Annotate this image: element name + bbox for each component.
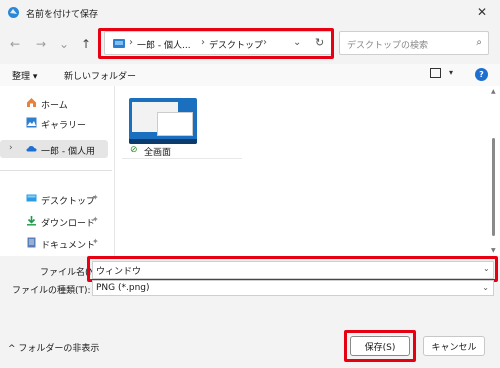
pin-icon: ✦: [92, 193, 99, 202]
file-thumbnail: [129, 98, 197, 144]
sidebar-item-label: ホーム: [41, 101, 68, 111]
chevron-down-icon: ⌄: [58, 37, 70, 51]
cloud-icon: [26, 146, 37, 152]
search-placeholder: デスクトップの検索: [347, 41, 429, 51]
chevron-down-icon: ⌄: [482, 283, 489, 292]
sidebar-item-label: ギャラリー: [41, 121, 87, 131]
sidebar-item-onedrive[interactable]: › 一郎 - 個人用: [0, 140, 108, 158]
organize-button[interactable]: 整理 ▾: [12, 69, 37, 82]
view-dropdown-icon[interactable]: ▾: [449, 68, 453, 77]
arrow-left-icon: ←: [9, 37, 21, 51]
filename-highlight-box: [87, 256, 498, 282]
sidebar-item-documents[interactable]: ドキュメント ✦: [0, 234, 108, 252]
sidebar-item-gallery[interactable]: ギャラリー: [0, 114, 108, 132]
gallery-icon: [26, 117, 37, 128]
download-icon: [27, 216, 36, 226]
sidebar-item-label: 一郎 - 個人用: [41, 147, 95, 157]
address-highlight-box: [98, 28, 334, 59]
new-folder-button[interactable]: 新しいフォルダー: [64, 69, 136, 82]
search-box[interactable]: デスクトップの検索 ⌕: [339, 31, 489, 55]
scrollbar-thumb[interactable]: [492, 138, 495, 236]
command-bar: 整理 ▾ 新しいフォルダー ▾ ?: [0, 64, 500, 86]
recent-locations-button[interactable]: ⌄: [56, 36, 72, 52]
expand-arrow-icon[interactable]: ›: [9, 143, 13, 153]
up-button[interactable]: ↑: [78, 36, 94, 52]
title-bar: 名前を付けて保存 ✕: [0, 0, 500, 24]
close-icon: ✕: [476, 5, 488, 19]
window-title: 名前を付けて保存: [26, 10, 99, 20]
pin-icon: ✦: [92, 237, 99, 246]
sidebar-item-label: ダウンロード: [41, 219, 96, 229]
arrow-up-icon: ↑: [80, 37, 92, 51]
view-icon[interactable]: [430, 68, 441, 78]
sidebar-item-home[interactable]: ホーム: [0, 94, 108, 112]
search-icon: ⌕: [476, 37, 482, 48]
file-list: ⊘ 全画面: [116, 86, 488, 256]
arrow-right-icon: →: [35, 37, 47, 51]
save-options-panel: ファイル名(N): ⌄ ファイルの種類(T): PNG (*.png) ⌄ ^ …: [0, 256, 500, 368]
back-button[interactable]: ←: [7, 36, 23, 52]
sync-status-icon: ⊘: [130, 145, 138, 155]
scroll-up-icon[interactable]: ▲: [491, 88, 496, 95]
navigation-pane: ホーム ギャラリー › 一郎 - 個人用 デスクトップ ✦ ダウンロード ✦ ド…: [0, 86, 115, 256]
scroll-down-icon[interactable]: ▼: [491, 247, 496, 254]
hide-folders-button[interactable]: ^ フォルダーの非表示: [8, 341, 99, 354]
pin-icon: ✦: [92, 215, 99, 224]
desktop-icon: [26, 194, 37, 202]
sidebar-item-downloads[interactable]: ダウンロード ✦: [0, 212, 108, 230]
save-highlight-box: [344, 330, 416, 362]
close-button[interactable]: ✕: [464, 0, 500, 24]
forward-button[interactable]: →: [33, 36, 49, 52]
item-underline: [122, 158, 242, 159]
sidebar-divider: [0, 170, 112, 171]
filetype-label: ファイルの種類(T):: [12, 286, 91, 296]
sidebar-item-label: デスクトップ: [41, 197, 96, 207]
filetype-select[interactable]: PNG (*.png) ⌄: [92, 280, 494, 296]
sidebar-item-desktop[interactable]: デスクトップ ✦: [0, 190, 108, 208]
sidebar-item-label: ドキュメント: [41, 241, 96, 251]
app-icon: [8, 7, 19, 18]
vertical-scrollbar[interactable]: ▲ ▼: [488, 86, 500, 256]
filetype-value: PNG (*.png): [96, 283, 150, 293]
home-icon: [27, 98, 36, 107]
file-name-label: 全画面: [144, 148, 172, 158]
cancel-button[interactable]: キャンセル: [423, 336, 485, 356]
help-icon[interactable]: ?: [475, 68, 488, 81]
document-icon: [27, 237, 36, 248]
cancel-button-label: キャンセル: [431, 342, 477, 353]
